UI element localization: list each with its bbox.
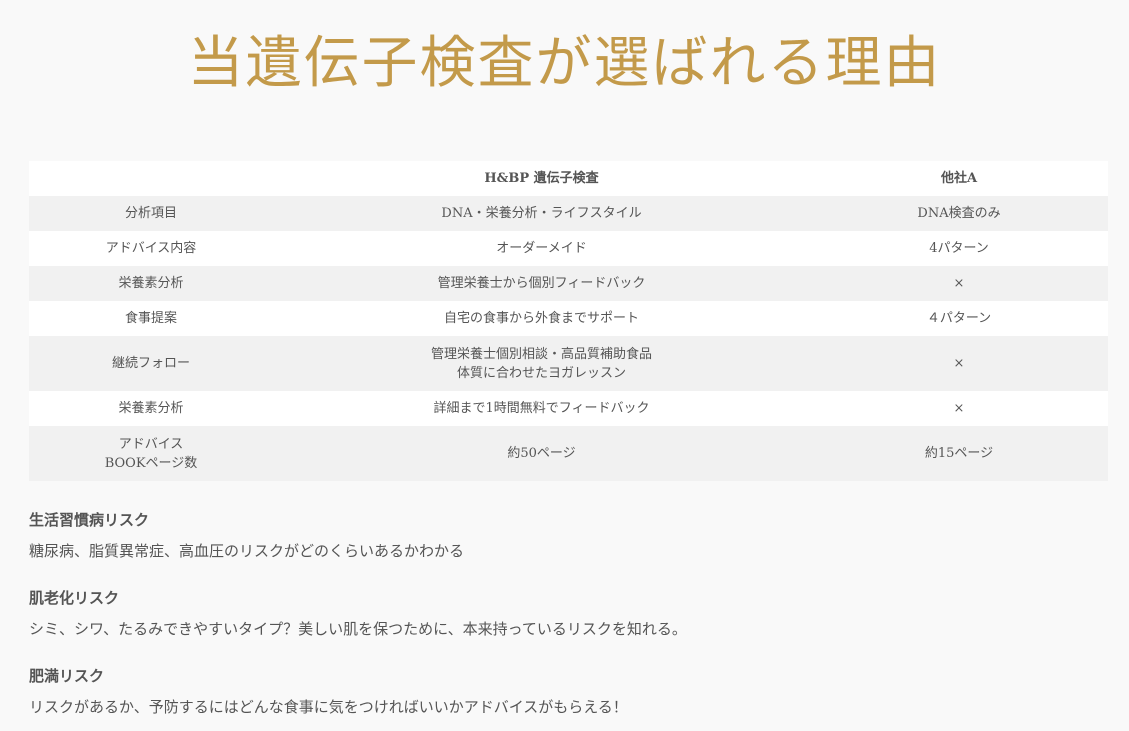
- row-hbp-text: 管理栄養士から個別フィードバック: [437, 276, 646, 291]
- row-other-text: ×: [953, 356, 965, 371]
- row-label-text: 継続フォロー: [111, 356, 190, 371]
- risk-heading: 肥満リスク: [29, 667, 105, 685]
- row-other-cell: ×: [810, 266, 1108, 301]
- risk-description: シミ、シワ、たるみできやすいタイプ？美しい肌を保つために、本来持っているリスクを…: [29, 620, 687, 638]
- row-label-text: 栄養素分析: [118, 276, 184, 291]
- row-hbp-cell: 自宅の食事から外食までサポート: [273, 301, 810, 336]
- row-label-cell: 食事提案: [29, 301, 273, 336]
- row-hbp-text: 自宅の食事から外食までサポート: [443, 311, 639, 326]
- row-hbp-cell: オーダーメイド: [273, 231, 810, 266]
- row-label-cell: 栄養素分析: [29, 391, 273, 426]
- risk-description: 糖尿病、脂質異常症、高血圧のリスクがどのくらいあるかわかる: [29, 542, 465, 560]
- row-hbp-text: 約50ページ: [507, 446, 576, 461]
- page-title: 当遺伝子検査が選ばれる理由: [187, 31, 942, 96]
- row-other-cell: ×: [810, 391, 1108, 426]
- row-label-text: アドバイス: [118, 436, 184, 452]
- header-label-cell: [29, 161, 273, 196]
- comparison-table: H&BP 遺伝子検査 他社A 分析項目 DNA・栄養分析・ライフスタイル DNA…: [29, 161, 1108, 481]
- row-other-text: 約15ページ: [924, 446, 994, 461]
- header-hbp-cell: H&BP 遺伝子検査: [273, 161, 810, 196]
- row-other-text: ×: [953, 276, 965, 291]
- table-row: アドバイス内容 オーダーメイド 4パターン: [29, 231, 1108, 266]
- risk-obesity: 肥満リスク リスクがあるか、予防するにはどんな食事に気をつければいいかアドバイス…: [29, 666, 1109, 717]
- row-label-text: 分析項目: [124, 206, 177, 221]
- row-label-cell: 継続フォロー: [29, 336, 273, 391]
- row-hbp-cell: 管理栄養士個別相談・高品質補助食品 体質に合わせたヨガレッスン: [273, 336, 810, 391]
- row-hbp-cell: DNA・栄養分析・ライフスタイル: [273, 196, 810, 231]
- row-other-cell: DNA検査のみ: [810, 196, 1108, 231]
- row-hbp-cell: 約50ページ: [273, 426, 810, 481]
- table-row: アドバイス BOOKページ数 約50ページ 約15ページ: [29, 426, 1108, 481]
- table-row: 継続フォロー 管理栄養士個別相談・高品質補助食品 体質に合わせたヨガレッスン ×: [29, 336, 1108, 391]
- row-label-text: 栄養素分析: [118, 401, 184, 416]
- row-other-cell: 約15ページ: [810, 426, 1108, 481]
- header-other-cell: 他社A: [810, 161, 1108, 196]
- row-other-text: DNA検査のみ: [917, 206, 1001, 221]
- row-other-text: 4パターン: [929, 241, 989, 256]
- table-row: 栄養素分析 管理栄養士から個別フィードバック ×: [29, 266, 1108, 301]
- row-other-text: ４パターン: [926, 311, 992, 326]
- page: 当遺伝子検査が選ばれる理由 H&BP 遺伝子検査 他社A 分析項目 DNA・栄養…: [0, 0, 1129, 731]
- row-label-cell: 栄養素分析: [29, 266, 273, 301]
- row-label-cell: 分析項目: [29, 196, 273, 231]
- table-header-row: H&BP 遺伝子検査 他社A: [29, 161, 1108, 196]
- row-hbp-cell: 管理栄養士から個別フィードバック: [273, 266, 810, 301]
- row-label-cell: アドバイス BOOKページ数: [29, 426, 273, 481]
- row-other-cell: ４パターン: [810, 301, 1108, 336]
- row-other-cell: 4パターン: [810, 231, 1108, 266]
- row-label-cell: アドバイス内容: [29, 231, 273, 266]
- row-other-text: ×: [953, 401, 965, 416]
- row-hbp-cell: 詳細まで1時間無料でフィードバック: [273, 391, 810, 426]
- risk-description: リスクがあるか、予防するにはどんな食事に気をつければいいかアドバイスがもらえる！: [29, 698, 628, 716]
- row-other-cell: ×: [810, 336, 1108, 391]
- row-hbp-text: 管理栄養士個別相談・高品質補助食品: [430, 346, 652, 362]
- table-row: 栄養素分析 詳細まで1時間無料でフィードバック ×: [29, 391, 1108, 426]
- row-hbp-text: 体質に合わせたヨガレッスン: [456, 365, 626, 381]
- table-row: 分析項目 DNA・栄養分析・ライフスタイル DNA検査のみ: [29, 196, 1108, 231]
- row-label-text: アドバイス内容: [105, 241, 197, 256]
- row-hbp-text: DNA・栄養分析・ライフスタイル: [441, 206, 642, 221]
- risk-heading: 肌老化リスク: [29, 589, 120, 607]
- risk-lifestyle-disease: 生活習慣病リスク 糖尿病、脂質異常症、高血圧のリスクがどのくらいあるかわかる: [29, 510, 1109, 561]
- row-label-text: BOOKページ数: [104, 455, 198, 471]
- row-label-text: 食事提案: [124, 311, 177, 326]
- table-row: 食事提案 自宅の食事から外食までサポート ４パターン: [29, 301, 1108, 336]
- row-hbp-text: オーダーメイド: [496, 241, 587, 256]
- risk-skin-aging: 肌老化リスク シミ、シワ、たるみできやすいタイプ？美しい肌を保つために、本来持っ…: [29, 588, 1109, 639]
- risk-heading: 生活習慣病リスク: [29, 511, 150, 529]
- row-hbp-text: 詳細まで1時間無料でフィードバック: [433, 401, 650, 416]
